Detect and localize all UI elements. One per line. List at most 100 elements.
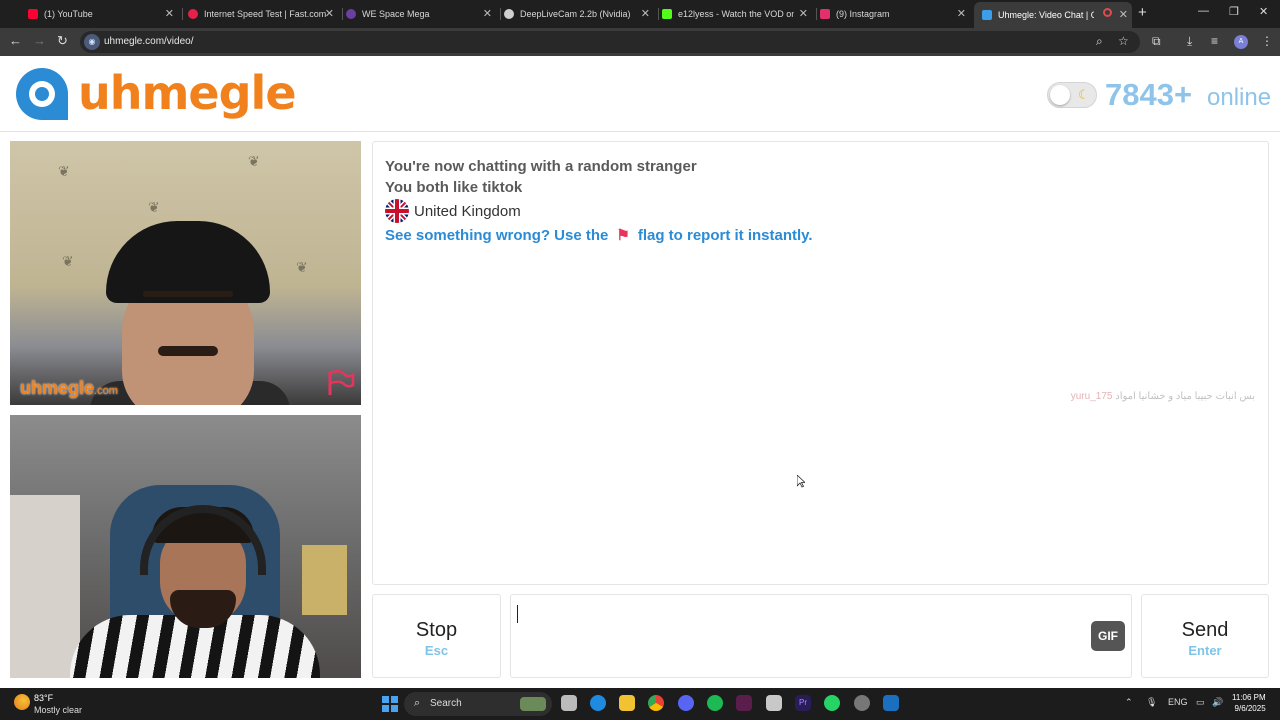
url-text: uhmegle.com/video/ — [104, 36, 194, 47]
windows-start-icon[interactable] — [382, 696, 398, 712]
background-shelf — [10, 495, 80, 678]
network-icon[interactable]: ▭ — [1196, 697, 1205, 708]
background-poster — [302, 545, 347, 615]
send-button[interactable]: Send Enter — [1141, 594, 1269, 678]
chrome-icon[interactable] — [648, 695, 664, 711]
new-tab-icon[interactable]: + — [1138, 4, 1147, 21]
restore-icon[interactable]: ❐ — [1229, 5, 1239, 18]
clock-time: 11:06 PM — [1232, 693, 1266, 702]
extensions-icon[interactable]: ⧉ — [1152, 34, 1161, 49]
wallpaper-ornament: ❦ — [148, 199, 160, 215]
discord-icon[interactable] — [678, 695, 694, 711]
flag-icon: ⚑ — [616, 227, 630, 244]
report-text-before: See something wrong? Use the — [385, 226, 609, 244]
zoom-icon[interactable]: ⌕ — [1096, 34, 1103, 49]
wallpaper-ornament: ❦ — [62, 253, 74, 269]
taskbar-search[interactable]: ⌕ Search — [404, 692, 552, 716]
tab-kick[interactable]: e12lyess - Watch the VOD on K ✕ — [662, 4, 812, 24]
tab-separator — [342, 8, 343, 20]
close-icon[interactable]: ✕ — [483, 7, 492, 20]
close-icon[interactable]: ✕ — [641, 7, 650, 20]
stop-button[interactable]: Stop Esc — [372, 594, 501, 678]
whatsapp-icon[interactable] — [824, 695, 840, 711]
tab-uhmegle[interactable]: Uhmegle: Video Chat | Om ✕ — [974, 2, 1132, 28]
wallpaper-ornament: ❦ — [248, 153, 260, 169]
weather-description[interactable]: Mostly clear — [34, 705, 82, 715]
moon-icon: ☾ — [1078, 87, 1090, 102]
profile-avatar[interactable]: A — [1234, 35, 1248, 49]
close-icon[interactable]: ✕ — [165, 7, 174, 20]
edge-icon[interactable] — [590, 695, 606, 711]
tab-title: WE Space Mega — [362, 9, 430, 19]
settings-gear-icon[interactable] — [854, 695, 870, 711]
status-message: You're now chatting with a random strang… — [385, 158, 697, 175]
bookmark-star-icon[interactable]: ☆ — [1118, 34, 1129, 48]
tab-title: e12lyess - Watch the VOD on K — [678, 9, 794, 19]
browser-tab-strip: (1) YouTube ✕ Internet Speed Test | Fast… — [0, 0, 1280, 28]
notepad-icon[interactable] — [766, 695, 782, 711]
dark-mode-toggle[interactable]: ☾ — [1047, 82, 1097, 108]
uhmegle-logo-icon[interactable] — [12, 64, 72, 122]
fast-icon — [188, 9, 198, 19]
stranger-country: United Kingdom — [385, 199, 521, 223]
we-icon — [346, 9, 356, 19]
online-label: online — [1207, 84, 1272, 111]
downloads-icon[interactable]: ⤓ — [1187, 34, 1192, 49]
language-indicator[interactable]: ENG — [1168, 697, 1188, 707]
media-control-icon[interactable]: ≡ — [1211, 34, 1218, 48]
close-icon[interactable]: ✕ — [1119, 8, 1128, 21]
menu-icon[interactable]: ⋮ — [1261, 34, 1273, 48]
report-flag-icon[interactable] — [326, 369, 356, 397]
tab-youtube[interactable]: (1) YouTube ✕ — [28, 4, 178, 24]
github-icon — [504, 9, 514, 19]
report-notice: See something wrong? Use the ⚑ flag to r… — [385, 226, 813, 245]
minimize-icon[interactable]: — — [1198, 5, 1209, 17]
weather-icon[interactable] — [14, 694, 30, 710]
back-icon[interactable]: ← — [9, 33, 22, 48]
toggle-knob — [1050, 85, 1070, 105]
tab-separator — [182, 8, 183, 20]
close-icon[interactable]: ✕ — [799, 7, 808, 20]
weather-temperature[interactable]: 83°F — [34, 693, 53, 703]
mouse-cursor-icon — [797, 475, 805, 488]
tab-title: Internet Speed Test | Fast.com — [204, 9, 327, 19]
task-view-icon[interactable] — [561, 695, 577, 711]
common-interest-message: You both like tiktok — [385, 179, 523, 196]
forward-icon[interactable]: → — [33, 33, 46, 48]
window-close-icon[interactable]: ✕ — [1259, 5, 1268, 18]
tray-overflow-icon[interactable]: ⌃ — [1125, 697, 1133, 708]
stranger-video: ❦ ❦ ❦ ❦ ❦ uhmegle.com — [10, 141, 361, 405]
gif-button[interactable]: GIF — [1091, 621, 1125, 651]
tab-separator — [816, 8, 817, 20]
site-info-icon[interactable]: ◉ — [84, 34, 100, 50]
uhmegle-logo-text[interactable]: uhmegle — [78, 66, 297, 120]
send-shortcut: Enter — [1188, 643, 1222, 658]
address-bar[interactable]: ◉ uhmegle.com/video/ — [80, 31, 1140, 53]
davinci-icon[interactable] — [736, 695, 752, 711]
close-icon[interactable]: ✕ — [325, 7, 334, 20]
steam-icon[interactable] — [883, 695, 899, 711]
stop-shortcut: Esc — [424, 643, 449, 658]
system-clock[interactable]: 11:06 PM 9/6/2025 — [1232, 693, 1266, 713]
wallpaper-ornament: ❦ — [296, 259, 308, 275]
tab-title: (9) Instagram — [836, 9, 890, 19]
premiere-icon[interactable]: Pr — [795, 695, 811, 711]
tab-we-space[interactable]: WE Space Mega ✕ — [346, 4, 496, 24]
spotify-icon[interactable] — [707, 695, 723, 711]
message-input[interactable]: GIF — [510, 594, 1132, 678]
close-icon[interactable]: ✕ — [957, 7, 966, 20]
overlay-username: yuru_175 — [1070, 391, 1113, 402]
recording-icon — [1103, 8, 1112, 17]
microphone-icon[interactable]: 🎙 — [1146, 697, 1157, 708]
uhmegle-icon — [982, 10, 992, 20]
faded-overlay-text: yuru_175 بس انبات حبيبا مياد و خشانيا ام… — [1043, 391, 1255, 402]
tab-deeplivecam[interactable]: DeepLiveCam 2.2b (Nvidia) ✕ — [504, 4, 654, 24]
volume-icon[interactable]: 🔊 — [1212, 697, 1223, 708]
stranger-mustache — [158, 346, 218, 356]
file-explorer-icon[interactable] — [619, 695, 635, 711]
tab-separator — [658, 8, 659, 20]
tab-instagram[interactable]: (9) Instagram ✕ — [820, 4, 970, 24]
tab-fast[interactable]: Internet Speed Test | Fast.com ✕ — [188, 4, 338, 24]
stop-label: Stop — [415, 619, 458, 641]
reload-icon[interactable]: ↻ — [57, 33, 68, 49]
